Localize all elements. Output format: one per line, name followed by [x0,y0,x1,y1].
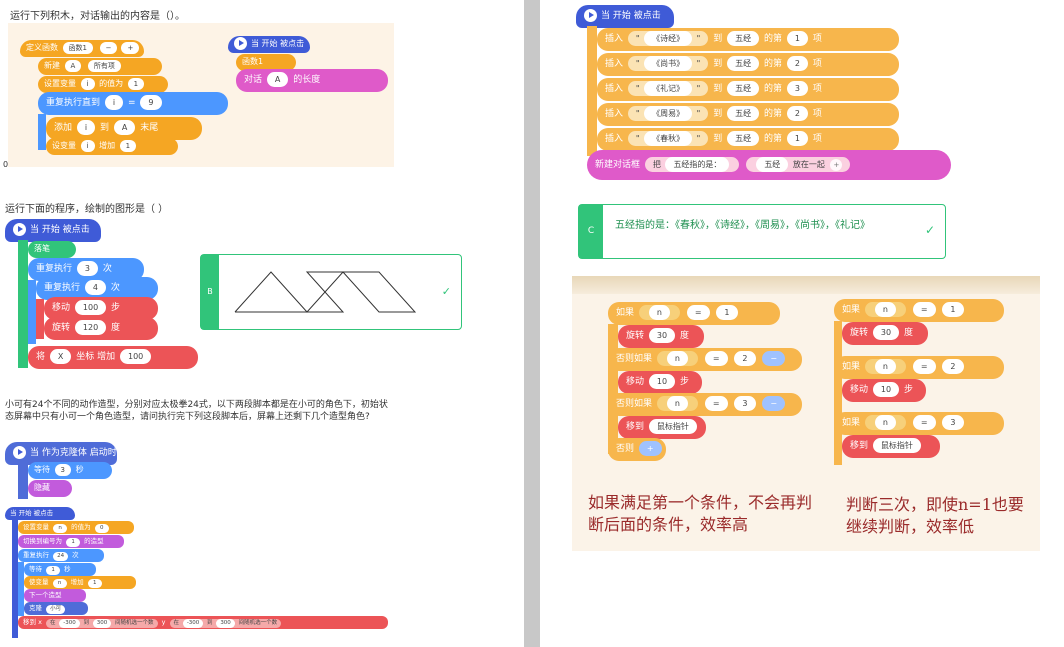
elif3-block[interactable]: 否则如果 n = 3 − [608,393,802,416]
repeat-24-block[interactable]: 重复执行 24 次 [18,549,104,562]
option-letter: C [579,205,603,258]
r1-spine [587,26,597,156]
turn-block[interactable]: 旋转 120 度 [44,317,158,340]
change-n-block[interactable]: 使变量 n 增加 1 [24,576,136,589]
insert-row[interactable]: 插入 " 《周易》 " 到 五经 的第 2 项 [597,103,899,126]
if-spine [608,324,618,454]
if-1-block[interactable]: 如果 n = 1 [834,299,1004,322]
set-var-block[interactable]: 设置变量 i 的值为 1 [38,76,168,93]
q1-prompt: 运行下列积木，对话输出的内容是（）。 [10,11,185,22]
note-left: 如果满足第一个条件，不会再判断后面的条件，效率高 [588,493,813,534]
goto-random-block[interactable]: 移到 x 在 -300 到 300 间随机选一个数 y 在 -300 到 300… [18,616,388,629]
define-function-block[interactable]: 定义函数 函数1 − + [20,40,144,57]
if-block[interactable]: 如果 n = 1 [608,302,780,325]
left-page: 运行下列积木，对话输出的内容是（）。 定义函数 函数1 − + 新建 A 所有项 … [0,0,524,647]
r1-hat[interactable]: 当 开始 被点击 [576,5,674,28]
note-right: 判断三次，即使n=1也要继续判断，效率低 [846,495,1024,536]
play-icon [13,223,26,236]
pen-down-block[interactable]: 落笔 [28,241,76,258]
triangles-figure [234,271,416,313]
insert-row[interactable]: 插入 " 《尚书》 " 到 五经 的第 2 项 [597,53,899,76]
check-icon: ✓ [441,285,451,298]
right-page: 当 开始 被点击 插入 " 《诗经》 " 到 五经 的第 1 项插入 " 《尚书… [540,0,1064,647]
set-n-block[interactable]: 设置变量 n 的值为 0 [18,521,134,534]
q2-prompt: 运行下面的程序，绘制的图形是（ ） [5,204,169,215]
insert-row[interactable]: 插入 " 《礼记》 " 到 五经 的第 3 项 [597,78,899,101]
change-x-block[interactable]: 将 X 坐标 增加 100 [28,346,198,369]
q3-prompt: 小可有24个不同的动作造型，分别对应太极拳24式，以下两段脚本都是在小可的角色下… [5,400,388,422]
goto-mouse-block-b[interactable]: 移到 鼠标指针 [842,435,940,458]
repeat-4-c [36,299,44,339]
image-header-strip [572,276,1040,294]
else-block[interactable]: 否则 + [608,438,666,461]
when-start-hat[interactable]: 当 开始 被点击 [228,36,310,53]
new-dialog-block[interactable]: 新建对话框 把 五经指的是： 五经 放在一起 + [587,150,951,180]
q2-hat[interactable]: 当 开始 被点击 [5,219,101,242]
if-2-block[interactable]: 如果 n = 2 [834,356,1004,379]
q3-hat2[interactable]: 当 开始 被点击 [5,507,75,520]
wait1-block[interactable]: 等待 1 秒 [24,563,96,576]
turn30-block[interactable]: 旋转 30 度 [618,325,704,348]
next-costume-block[interactable]: 下一个造型 [24,589,86,602]
move10-block[interactable]: 移动 10 步 [618,371,702,394]
insert-row[interactable]: 插入 " 《春秋》 " 到 五经 的第 1 项 [597,128,899,151]
wait-block[interactable]: 等待 3 秒 [28,462,112,479]
q2-script-spine [18,240,28,368]
option-b-card[interactable]: B ✓ [200,254,462,330]
option-c-card[interactable]: C 五经指的是：《春秋》，《诗经》，《周易》，《尚书》，《礼记》 ✓ [578,204,946,259]
clone-icon [13,446,26,459]
option-letter: B [201,255,219,329]
r3-right-spine [834,321,842,465]
change-var-block[interactable]: 设变量 i 增加 1 [46,138,178,155]
switch-costume-block[interactable]: 切换到编号为 1 的造型 [18,535,124,548]
add-to-list-block[interactable]: 添加 i 到 A 末尾 [46,117,202,140]
answer-text: 五经指的是：《春秋》，《诗经》，《周易》，《尚书》，《礼记》 [615,220,870,231]
q3-spine-1 [18,463,28,499]
hide-block[interactable]: 隐藏 [28,480,72,497]
move10-block-b[interactable]: 移动 10 步 [842,379,926,402]
say-block[interactable]: 对话 A 的长度 [236,69,388,92]
play-icon [584,9,597,22]
clone-block[interactable]: 克隆 小可 [24,602,88,615]
turn30-block-b[interactable]: 旋转 30 度 [842,322,928,345]
goto-mouse-block[interactable]: 移到 鼠标指针 [618,416,706,439]
repeat-3-c [28,280,36,344]
play-icon [234,37,247,50]
elif2-block[interactable]: 否则如果 n = 2 − [608,348,802,371]
repeat-until-block[interactable]: 重复执行直到 i = 9 [38,92,228,115]
check-icon: ✓ [924,223,935,237]
repeat-c-bar [38,114,46,150]
new-list-block[interactable]: 新建 A 所有项 [38,58,162,75]
page-marker: 0 [3,160,9,169]
if-3-block[interactable]: 如果 n = 3 [834,412,1004,435]
insert-row[interactable]: 插入 " 《诗经》 " 到 五经 的第 1 项 [597,28,899,51]
